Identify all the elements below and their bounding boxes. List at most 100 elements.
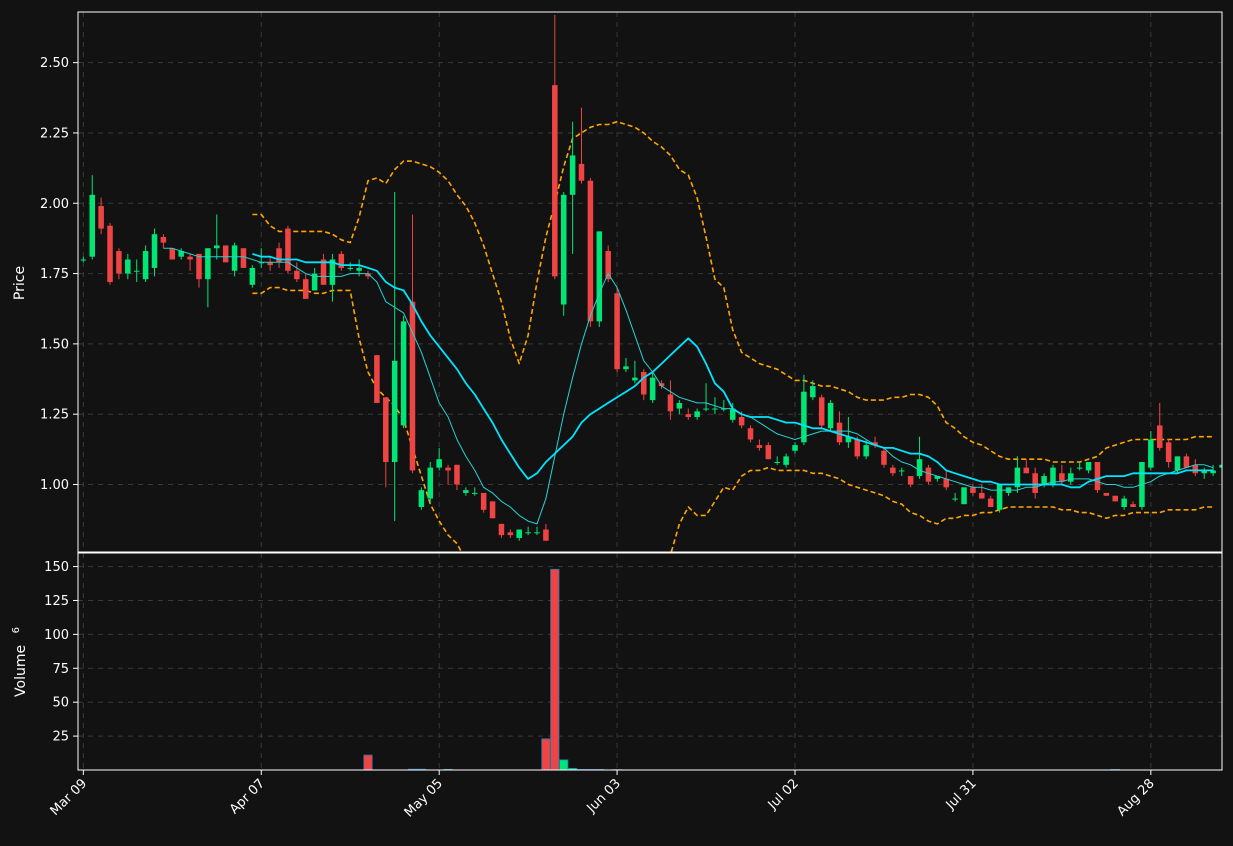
- candle-body: [507, 532, 514, 536]
- candle-body: [1023, 467, 1030, 474]
- candle-body: [240, 248, 247, 268]
- volume-panel-bg: [78, 553, 1222, 770]
- candle: [338, 251, 345, 271]
- candle-body: [445, 467, 451, 471]
- price-tick-label: 1.50: [40, 337, 69, 352]
- candle: [961, 487, 967, 505]
- candle-body: [480, 492, 487, 510]
- candle-body: [347, 267, 353, 269]
- volume-tick-label: 75: [52, 662, 69, 677]
- candle-body: [738, 417, 745, 426]
- date-tick-label: Aug 28: [1114, 776, 1157, 819]
- candle-body: [747, 428, 754, 440]
- candle: [418, 487, 425, 510]
- candle-body: [810, 386, 816, 398]
- candle: [596, 231, 603, 327]
- candle-body: [1156, 425, 1163, 448]
- candle-body: [623, 366, 629, 370]
- candle-body: [943, 478, 949, 488]
- volume-axis-label-exponent: 6: [11, 627, 22, 633]
- candle-body: [116, 251, 122, 274]
- volume-bar: [550, 568, 560, 770]
- candle-body: [694, 411, 700, 417]
- candle-body: [133, 270, 140, 272]
- candle-body: [231, 245, 238, 271]
- candle-body: [916, 459, 923, 477]
- candle: [169, 248, 176, 260]
- candle-body: [1041, 476, 1047, 485]
- candle-body: [249, 267, 256, 285]
- candle-body: [774, 462, 780, 463]
- candle-body: [1103, 492, 1110, 496]
- candle-body: [890, 467, 896, 474]
- candle-body: [98, 206, 104, 229]
- candle-body: [463, 490, 469, 493]
- candle-body: [569, 155, 576, 195]
- candle-body: [400, 321, 407, 426]
- price-tick-label: 1.25: [40, 408, 69, 423]
- volume-bar: [559, 759, 569, 770]
- candle-body: [498, 523, 505, 536]
- candle-body: [1085, 462, 1092, 471]
- price-y-axis: 1.00 1.25 1.50 1.75 2.00 2.25 2.50: [40, 56, 78, 493]
- candle-body: [383, 397, 389, 462]
- candle-body: [516, 529, 522, 538]
- candle-body: [801, 391, 807, 443]
- candle-body: [107, 225, 113, 282]
- candle-body: [1059, 473, 1065, 482]
- volume-y-axis: 25 50 75 100 125 150: [44, 560, 78, 745]
- candle-body: [1148, 439, 1154, 468]
- candle: [1228, 462, 1233, 470]
- stock-chart: 1.00 1.25 1.50 1.75 2.00 2.25 2.50 25 50 75 100 12…: [0, 0, 1233, 842]
- candle-body: [792, 445, 798, 451]
- candle: [374, 355, 380, 403]
- candle-body: [1121, 498, 1127, 507]
- volume-tick-label: 100: [44, 628, 69, 643]
- candle: [400, 315, 407, 429]
- price-axis-label: Price: [12, 266, 28, 300]
- candle-body: [560, 194, 567, 305]
- candle-body: [489, 501, 496, 519]
- candle-body: [632, 377, 638, 381]
- date-tick-label: Jul 02: [765, 776, 802, 813]
- candle-body: [409, 301, 416, 471]
- candle-body: [703, 408, 709, 410]
- candle-body: [1094, 462, 1101, 491]
- candle: [285, 225, 291, 274]
- candle: [996, 484, 1003, 513]
- candle-body: [970, 487, 976, 493]
- candle-body: [160, 237, 167, 243]
- candle-body: [391, 360, 398, 462]
- price-tick-label: 2.00: [40, 197, 69, 212]
- candle-body: [471, 492, 478, 494]
- date-tick-label: Jul 31: [943, 776, 980, 813]
- candle-body: [1165, 442, 1172, 462]
- candle-body: [827, 402, 834, 429]
- candle-body: [142, 251, 149, 280]
- candle: [827, 400, 834, 432]
- candle-body: [169, 248, 176, 260]
- candle: [1139, 462, 1145, 510]
- volume-tick-label: 125: [44, 594, 69, 609]
- volume-bar: [541, 738, 551, 770]
- date-tick-label: Mar 09: [48, 776, 91, 819]
- date-x-axis: Mar 09 Apr 07 May 05 Jun 03 Jul 02 Jul 31 Aug …: [48, 770, 1158, 820]
- candle-body: [765, 445, 772, 460]
- candle-body: [1192, 464, 1199, 474]
- candle: [427, 462, 434, 505]
- candle-body: [1112, 495, 1119, 502]
- candle-body: [952, 498, 958, 500]
- candle-body: [907, 476, 914, 485]
- candle-body: [587, 180, 594, 322]
- date-tick-label: May 05: [402, 776, 446, 820]
- candle: [480, 492, 487, 513]
- candle-body: [578, 163, 585, 181]
- candle-body: [712, 408, 718, 410]
- candle-body: [685, 414, 692, 417]
- candle-body: [125, 259, 131, 274]
- candle-body: [854, 439, 861, 457]
- candle-body: [214, 245, 220, 249]
- candle-body: [863, 445, 869, 457]
- candle: [1103, 492, 1110, 496]
- candle-body: [1174, 456, 1181, 471]
